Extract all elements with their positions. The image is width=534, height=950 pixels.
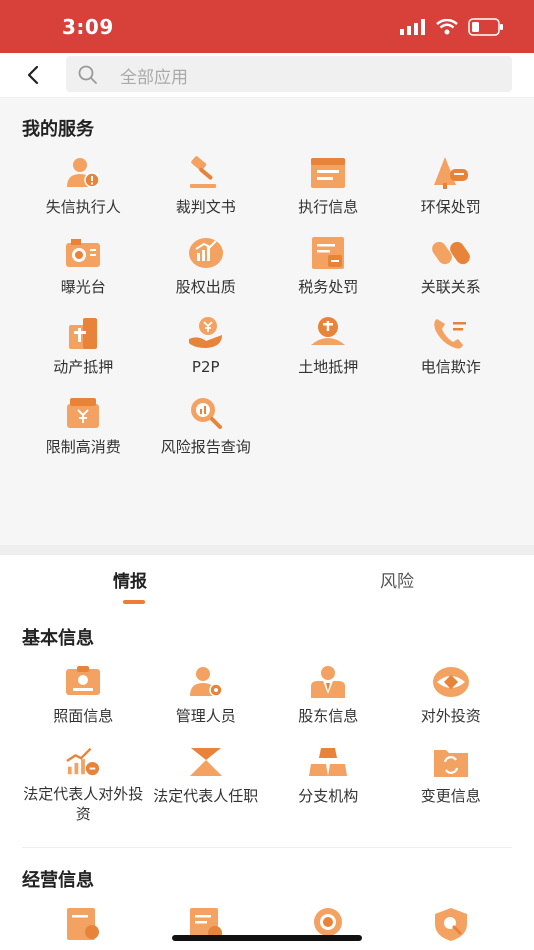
gold-bars-icon xyxy=(309,748,348,776)
service-item-land-mortgage[interactable]: 土地抵押 xyxy=(267,315,390,395)
section-title-business-info: 经营信息 xyxy=(22,870,94,891)
info-item-legal-rep-positions[interactable]: 法定代表人任职 xyxy=(145,744,268,824)
status-icons xyxy=(400,18,504,36)
info-label: 分支机构 xyxy=(298,787,359,805)
my-services-grid: 失信执行人 裁判文书 执行信息 环保处罚 曝光台 股权出质 税务处罚 关联关系 … xyxy=(22,155,512,475)
tab-bar: 情报 风险 xyxy=(0,555,534,605)
doc-chart-icon xyxy=(67,908,100,940)
yen-hand-icon xyxy=(188,317,222,348)
service-item-dishonest-debtor[interactable]: 失信执行人 xyxy=(22,155,145,235)
info-label: 股东信息 xyxy=(298,707,359,725)
shield-search-icon xyxy=(434,908,467,941)
info-label: 对外投资 xyxy=(420,707,481,725)
home-indicator xyxy=(172,935,362,941)
service-label: 税务处罚 xyxy=(298,278,359,296)
service-item-environmental-penalty[interactable]: 环保处罚 xyxy=(390,155,513,235)
info-item-management[interactable]: 管理人员 xyxy=(145,664,268,744)
tab-active-indicator xyxy=(123,600,145,604)
mortgage-icon xyxy=(69,318,98,349)
trend-coin-icon xyxy=(66,747,100,776)
service-label: 关联关系 xyxy=(420,278,481,296)
business-item-1[interactable] xyxy=(22,906,145,946)
chart-coin-icon xyxy=(188,238,223,268)
section-divider xyxy=(0,545,534,555)
battery-icon xyxy=(468,18,503,36)
service-label: 失信执行人 xyxy=(45,198,121,216)
search-input[interactable]: 全部应用 xyxy=(66,56,512,92)
service-label: 股权出质 xyxy=(175,278,236,296)
shareholder-icon xyxy=(311,666,346,698)
info-label: 管理人员 xyxy=(175,707,236,725)
gavel-icon xyxy=(189,156,216,188)
section-title-basic-info: 基本信息 xyxy=(22,628,94,649)
link-icon xyxy=(431,241,470,265)
basic-info-grid: 照面信息 管理人员 股东信息 对外投资 法定代表人对外投资 法定代表人任职 分支… xyxy=(22,664,512,824)
section-title-my-services: 我的服务 xyxy=(22,119,94,140)
service-label: 环保处罚 xyxy=(420,198,481,216)
folder-change-icon xyxy=(433,750,468,777)
service-item-execution-info[interactable]: 执行信息 xyxy=(267,155,390,235)
info-item-change-records[interactable]: 变更信息 xyxy=(390,744,513,824)
service-item-exposure-platform[interactable]: 曝光台 xyxy=(22,235,145,315)
search-bar: 全部应用 xyxy=(0,53,534,98)
back-arrow-icon xyxy=(27,65,39,85)
wallet-icon xyxy=(67,398,100,428)
tab-intelligence[interactable]: 情报 xyxy=(113,567,147,592)
service-item-high-consumption-restriction[interactable]: 限制高消费 xyxy=(22,395,145,475)
service-label: 土地抵押 xyxy=(298,358,359,376)
info-item-shareholders[interactable]: 股东信息 xyxy=(267,664,390,744)
service-item-related-relations[interactable]: 关联关系 xyxy=(390,235,513,315)
back-button[interactable] xyxy=(20,61,48,89)
camera-icon xyxy=(66,239,101,267)
signal-icon xyxy=(400,19,425,35)
service-label: 动产抵押 xyxy=(53,358,114,376)
service-item-risk-report-query[interactable]: 风险报告查询 xyxy=(145,395,268,475)
phone-icon xyxy=(434,319,466,349)
wifi-icon xyxy=(436,19,458,35)
service-item-equity-pledge[interactable]: 股权出质 xyxy=(145,235,268,315)
report-search-icon xyxy=(190,398,222,429)
info-label: 法定代表人对外投资 xyxy=(23,785,144,823)
info-item-external-investment[interactable]: 对外投资 xyxy=(390,664,513,744)
service-item-judgment-documents[interactable]: 裁判文书 xyxy=(145,155,268,235)
status-time: 3:09 xyxy=(62,15,114,39)
service-label: P2P xyxy=(191,358,220,376)
info-item-legal-rep-investment[interactable]: 法定代表人对外投资 xyxy=(22,744,145,824)
section-separator xyxy=(22,847,512,848)
document-icon xyxy=(311,158,346,188)
service-item-telecom-fraud[interactable]: 电信欺诈 xyxy=(390,315,513,395)
tree-penalty-icon xyxy=(433,157,468,189)
service-label: 执行信息 xyxy=(298,198,359,216)
manager-icon xyxy=(189,667,223,697)
info-label: 法定代表人任职 xyxy=(153,787,259,805)
search-placeholder: 全部应用 xyxy=(120,68,188,88)
service-item-p2p[interactable]: P2P xyxy=(145,315,268,395)
status-bar: 3:09 xyxy=(0,0,534,53)
info-label: 变更信息 xyxy=(420,787,481,805)
service-item-tax-penalty[interactable]: 税务处罚 xyxy=(267,235,390,315)
tax-icon xyxy=(312,237,345,269)
search-icon xyxy=(78,65,97,84)
service-item-chattel-mortgage[interactable]: 动产抵押 xyxy=(22,315,145,395)
info-label: 照面信息 xyxy=(53,707,114,725)
id-card-icon xyxy=(66,666,101,695)
person-warning-icon xyxy=(67,158,100,188)
info-item-business-profile[interactable]: 照面信息 xyxy=(22,664,145,744)
service-label: 限制高消费 xyxy=(45,438,121,456)
tab-risk[interactable]: 风险 xyxy=(380,567,414,592)
service-label: 电信欺诈 xyxy=(420,358,481,376)
info-item-branches[interactable]: 分支机构 xyxy=(267,744,390,824)
service-label: 裁判文书 xyxy=(175,198,236,216)
land-mortgage-icon xyxy=(311,317,346,345)
business-item-4[interactable] xyxy=(390,906,513,946)
pyramid-icon xyxy=(189,748,222,776)
eye-investment-icon xyxy=(432,667,469,697)
service-label: 曝光台 xyxy=(60,278,106,296)
service-label: 风险报告查询 xyxy=(160,438,251,456)
